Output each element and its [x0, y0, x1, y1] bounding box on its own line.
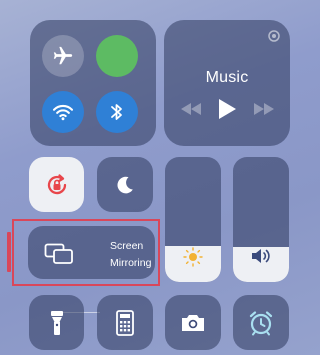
calculator-icon: [116, 309, 134, 336]
cellular-data-toggle[interactable]: [96, 35, 138, 77]
screen-mirroring-icon: [44, 243, 74, 265]
alarm-clock-icon: [248, 310, 274, 336]
airplane-icon: [52, 45, 74, 67]
speaker-icon: [250, 247, 272, 265]
rewind-icon[interactable]: [180, 102, 202, 116]
alarm-button[interactable]: [233, 295, 289, 350]
airplane-mode-toggle[interactable]: [42, 35, 84, 77]
music-panel[interactable]: Music: [164, 20, 290, 146]
music-title: Music: [205, 69, 249, 86]
screen-mirroring-label-line1: Screen: [110, 240, 144, 252]
screen-mirroring-button[interactable]: Screen Mirroring: [28, 226, 155, 279]
moon-icon: [114, 174, 136, 196]
flashlight-button[interactable]: [29, 295, 84, 350]
do-not-disturb-toggle[interactable]: [97, 157, 153, 212]
camera-icon: [180, 313, 206, 333]
brightness-slider[interactable]: [165, 157, 221, 282]
wifi-icon: [52, 103, 74, 121]
airplay-icon[interactable]: [268, 30, 280, 42]
screen-mirroring-label-line2: Mirroring: [110, 257, 152, 269]
bluetooth-icon: [109, 101, 125, 123]
play-icon[interactable]: [217, 98, 237, 120]
highlight-accent-strip: [7, 232, 11, 272]
rotation-lock-toggle[interactable]: [29, 157, 84, 212]
fast-forward-icon[interactable]: [253, 102, 275, 116]
bluetooth-toggle[interactable]: [96, 91, 138, 133]
volume-slider[interactable]: [233, 157, 289, 282]
wifi-toggle[interactable]: [42, 91, 84, 133]
calculator-button[interactable]: [97, 295, 153, 350]
rotation-lock-icon: [43, 171, 71, 199]
flashlight-icon: [50, 310, 64, 336]
sun-icon: [182, 246, 204, 268]
camera-button[interactable]: [165, 295, 221, 350]
connectivity-panel: [30, 20, 156, 146]
